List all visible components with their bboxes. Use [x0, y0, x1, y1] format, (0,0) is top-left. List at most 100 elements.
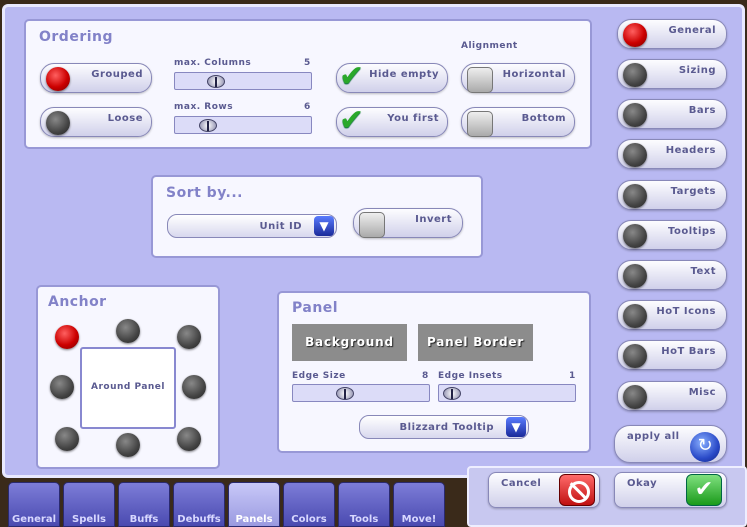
- anchor-bottom-radio[interactable]: [116, 433, 140, 457]
- edge-insets-slider[interactable]: [438, 384, 576, 402]
- radio-off-icon: [623, 344, 647, 368]
- chevron-down-icon[interactable]: ▼: [506, 417, 526, 437]
- sidebar-item-hot-icons[interactable]: HoT Icons: [617, 300, 727, 330]
- sidebar-item-label: Bars: [688, 105, 716, 116]
- tab-debuffs[interactable]: Debuffs: [173, 482, 225, 527]
- grouped-label: Grouped: [91, 69, 143, 80]
- max-columns-slider[interactable]: [174, 72, 312, 90]
- tab-general[interactable]: General: [8, 482, 60, 527]
- radio-off-icon: [46, 111, 70, 135]
- slider-thumb-icon[interactable]: [443, 387, 461, 400]
- okay-button[interactable]: Okay ✔: [614, 472, 727, 508]
- hide-empty-label: Hide empty: [369, 69, 439, 80]
- radio-off-icon: [623, 184, 647, 208]
- loose-label: Loose: [107, 113, 143, 124]
- sidebar-item-label: Tooltips: [668, 226, 716, 237]
- checkbox-empty-icon: [359, 212, 385, 238]
- sidebar-item-targets[interactable]: Targets: [617, 180, 727, 210]
- anchor-center-label: Around Panel: [90, 382, 165, 392]
- max-columns-value: 5: [304, 58, 311, 68]
- panel-tooltip-value: Blizzard Tooltip: [399, 422, 494, 433]
- tab-panels[interactable]: Panels: [228, 482, 280, 527]
- radio-on-icon: [623, 23, 647, 47]
- sidebar-item-label: Sizing: [678, 65, 716, 76]
- radio-off-icon: [623, 385, 647, 409]
- edge-size-value: 8: [422, 371, 429, 381]
- anchor-bottom-left-radio[interactable]: [55, 427, 79, 451]
- ordering-section: Ordering Grouped Loose max. Columns 5 ma…: [24, 19, 592, 149]
- okay-label: Okay: [627, 478, 658, 489]
- you-first-label: You first: [387, 113, 439, 124]
- sidebar-item-label: HoT Bars: [661, 346, 716, 357]
- radio-off-icon: [623, 143, 647, 167]
- chevron-down-icon[interactable]: ▼: [314, 216, 334, 236]
- anchor-top-left-radio[interactable]: [55, 325, 79, 349]
- sidebar-item-label: HoT Icons: [656, 306, 716, 317]
- sidebar-item-label: Text: [690, 266, 716, 277]
- max-columns-label: max. Columns: [174, 58, 252, 68]
- horizontal-label: Horizontal: [502, 69, 566, 80]
- anchor-bottom-right-radio[interactable]: [177, 427, 201, 451]
- anchor-center-box: Around Panel: [80, 347, 176, 429]
- panel-tooltip-dropdown[interactable]: Blizzard Tooltip ▼: [359, 415, 529, 439]
- radio-off-icon: [623, 264, 647, 288]
- tab-spells[interactable]: Spells: [63, 482, 115, 527]
- slider-thumb-icon[interactable]: [336, 387, 354, 400]
- cancel-button[interactable]: Cancel: [488, 472, 600, 508]
- sort-by-section: Sort by... Unit ID ▼ Invert: [151, 175, 483, 258]
- tab-colors[interactable]: Colors: [283, 482, 335, 527]
- sidebar-item-label: Misc: [688, 387, 716, 398]
- sidebar-item-text[interactable]: Text: [617, 260, 727, 290]
- apply-all-button[interactable]: apply all ↻: [614, 425, 727, 463]
- checkmark-icon: ✔: [339, 59, 365, 94]
- anchor-left-radio[interactable]: [50, 375, 74, 399]
- panel-section: Panel Background Panel Border Edge Size …: [277, 291, 591, 453]
- bottom-checkbox[interactable]: Bottom: [461, 107, 575, 137]
- sidebar-item-tooltips[interactable]: Tooltips: [617, 220, 727, 250]
- radio-off-icon: [623, 304, 647, 328]
- sidebar-item-bars[interactable]: Bars: [617, 99, 727, 129]
- anchor-top-radio[interactable]: [116, 319, 140, 343]
- radio-off-icon: [623, 103, 647, 127]
- anchor-title: Anchor: [48, 294, 107, 310]
- sidebar-item-misc[interactable]: Misc: [617, 381, 727, 411]
- max-rows-label: max. Rows: [174, 102, 234, 112]
- tab-move[interactable]: Move!: [393, 482, 445, 527]
- tab-buffs[interactable]: Buffs: [118, 482, 170, 527]
- invert-checkbox[interactable]: Invert: [353, 208, 463, 238]
- radio-off-icon: [623, 63, 647, 87]
- slider-thumb-icon[interactable]: [207, 75, 225, 88]
- max-rows-slider[interactable]: [174, 116, 312, 134]
- edge-insets-label: Edge Insets: [438, 371, 503, 381]
- refresh-icon: ↻: [690, 432, 720, 462]
- ordering-title: Ordering: [39, 29, 114, 45]
- checkmark-icon: ✔: [686, 474, 722, 506]
- radio-off-icon: [623, 224, 647, 248]
- sidebar-item-sizing[interactable]: Sizing: [617, 59, 727, 89]
- sort-by-dropdown[interactable]: Unit ID ▼: [167, 214, 337, 238]
- invert-label: Invert: [415, 214, 452, 225]
- max-rows-value: 6: [304, 102, 311, 112]
- sidebar-item-headers[interactable]: Headers: [617, 139, 727, 169]
- radio-on-icon: [46, 67, 70, 91]
- edge-size-slider[interactable]: [292, 384, 430, 402]
- sidebar-item-general[interactable]: General: [617, 19, 727, 49]
- panel-border-button[interactable]: Panel Border: [418, 324, 533, 361]
- panel-title: Panel: [292, 300, 339, 316]
- grouped-radio[interactable]: Grouped: [40, 63, 152, 93]
- anchor-top-right-radio[interactable]: [177, 325, 201, 349]
- sort-by-value: Unit ID: [259, 221, 302, 232]
- anchor-right-radio[interactable]: [182, 375, 206, 399]
- sidebar-item-hot-bars[interactable]: HoT Bars: [617, 340, 727, 370]
- loose-radio[interactable]: Loose: [40, 107, 152, 137]
- slider-thumb-icon[interactable]: [199, 119, 217, 132]
- horizontal-checkbox[interactable]: Horizontal: [461, 63, 575, 93]
- cancel-label: Cancel: [501, 478, 542, 489]
- sidebar-item-label: Headers: [665, 145, 716, 156]
- background-button[interactable]: Background: [292, 324, 407, 361]
- hide-empty-checkbox[interactable]: ✔ Hide empty: [336, 59, 448, 94]
- cancel-icon: [559, 474, 595, 506]
- you-first-checkbox[interactable]: ✔ You first: [336, 106, 448, 137]
- tab-tools[interactable]: Tools: [338, 482, 390, 527]
- sort-by-title: Sort by...: [166, 185, 243, 201]
